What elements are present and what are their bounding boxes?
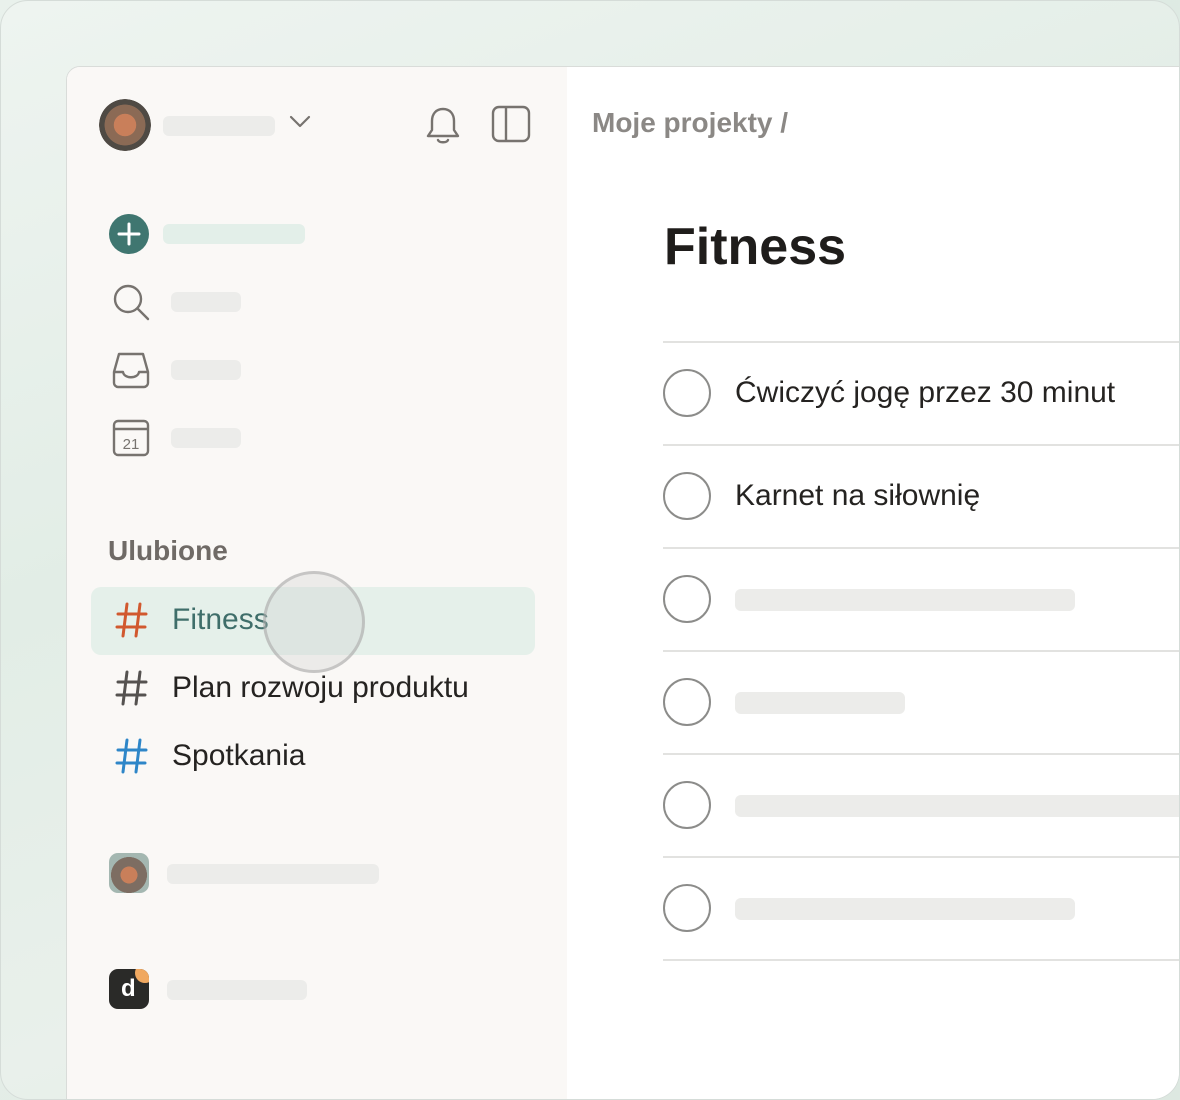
calendar-icon[interactable]: 21 <box>111 418 151 458</box>
task-label[interactable]: Karnet na siłownię <box>735 479 980 513</box>
task-checkbox[interactable] <box>663 678 711 726</box>
search-icon[interactable] <box>111 282 151 322</box>
inbox-icon[interactable] <box>111 350 151 390</box>
task-row[interactable] <box>663 547 1179 650</box>
upcoming-label-placeholder[interactable] <box>171 428 241 448</box>
search-label-placeholder[interactable] <box>171 292 241 312</box>
calendar-day-number: 21 <box>123 436 140 453</box>
task-label[interactable]: Ćwiczyć jogę przez 30 minut <box>735 376 1115 410</box>
task-list: Ćwiczyć jogę przez 30 minut Karnet na si… <box>663 341 1179 961</box>
task-row[interactable]: Ćwiczyć jogę przez 30 minut <box>663 341 1179 444</box>
inbox-label-placeholder[interactable] <box>171 360 241 380</box>
hash-icon <box>115 602 148 638</box>
workspace-name-placeholder[interactable] <box>167 980 307 1000</box>
favorite-label: Plan rozwoju produktu <box>172 671 469 704</box>
workspace-avatar-personal[interactable] <box>109 853 149 893</box>
task-row[interactable] <box>663 650 1179 753</box>
hash-icon <box>115 670 148 706</box>
task-checkbox[interactable] <box>663 369 711 417</box>
task-list-divider <box>663 959 1179 961</box>
bell-icon[interactable] <box>425 105 461 145</box>
username-placeholder[interactable] <box>163 116 275 136</box>
favorite-label: Spotkania <box>172 739 306 772</box>
page-title: Fitness <box>664 218 847 276</box>
app-window: 21 Ulubione Fitness Plan rozwoju produkt… <box>66 66 1179 1099</box>
hash-icon <box>115 738 148 774</box>
main-content: Moje projekty / Fitness Ćwiczyć jogę prz… <box>567 67 1179 1099</box>
app-frame: 21 Ulubione Fitness Plan rozwoju produkt… <box>0 0 1180 1100</box>
favorite-item-spotkania[interactable]: Spotkania <box>91 723 535 791</box>
task-label-placeholder[interactable] <box>735 795 1179 817</box>
task-row[interactable]: Karnet na siłownię <box>663 444 1179 547</box>
sidebar: 21 Ulubione Fitness Plan rozwoju produkt… <box>67 67 567 1099</box>
click-indicator <box>263 571 365 673</box>
sidebar-toggle-icon[interactable] <box>491 105 531 143</box>
task-label-placeholder[interactable] <box>735 589 1075 611</box>
task-row[interactable] <box>663 753 1179 856</box>
task-label-placeholder[interactable] <box>735 898 1075 920</box>
task-checkbox[interactable] <box>663 884 711 932</box>
task-checkbox[interactable] <box>663 472 711 520</box>
add-task-button[interactable] <box>109 214 149 254</box>
task-checkbox[interactable] <box>663 781 711 829</box>
workspace-avatar-team[interactable]: d <box>109 969 149 1009</box>
favorites-section-title: Ulubione <box>108 535 228 566</box>
plus-icon <box>117 222 141 246</box>
breadcrumb[interactable]: Moje projekty / <box>592 107 788 139</box>
task-label-placeholder[interactable] <box>735 692 905 714</box>
favorite-label: Fitness <box>172 603 269 636</box>
user-avatar[interactable] <box>99 99 151 151</box>
task-checkbox[interactable] <box>663 575 711 623</box>
task-row[interactable] <box>663 856 1179 959</box>
workspace-badge <box>135 969 149 983</box>
workspace-logo: d <box>121 975 136 1002</box>
add-task-label-placeholder[interactable] <box>163 224 305 244</box>
chevron-down-icon[interactable] <box>289 115 311 129</box>
workspace-name-placeholder[interactable] <box>167 864 379 884</box>
